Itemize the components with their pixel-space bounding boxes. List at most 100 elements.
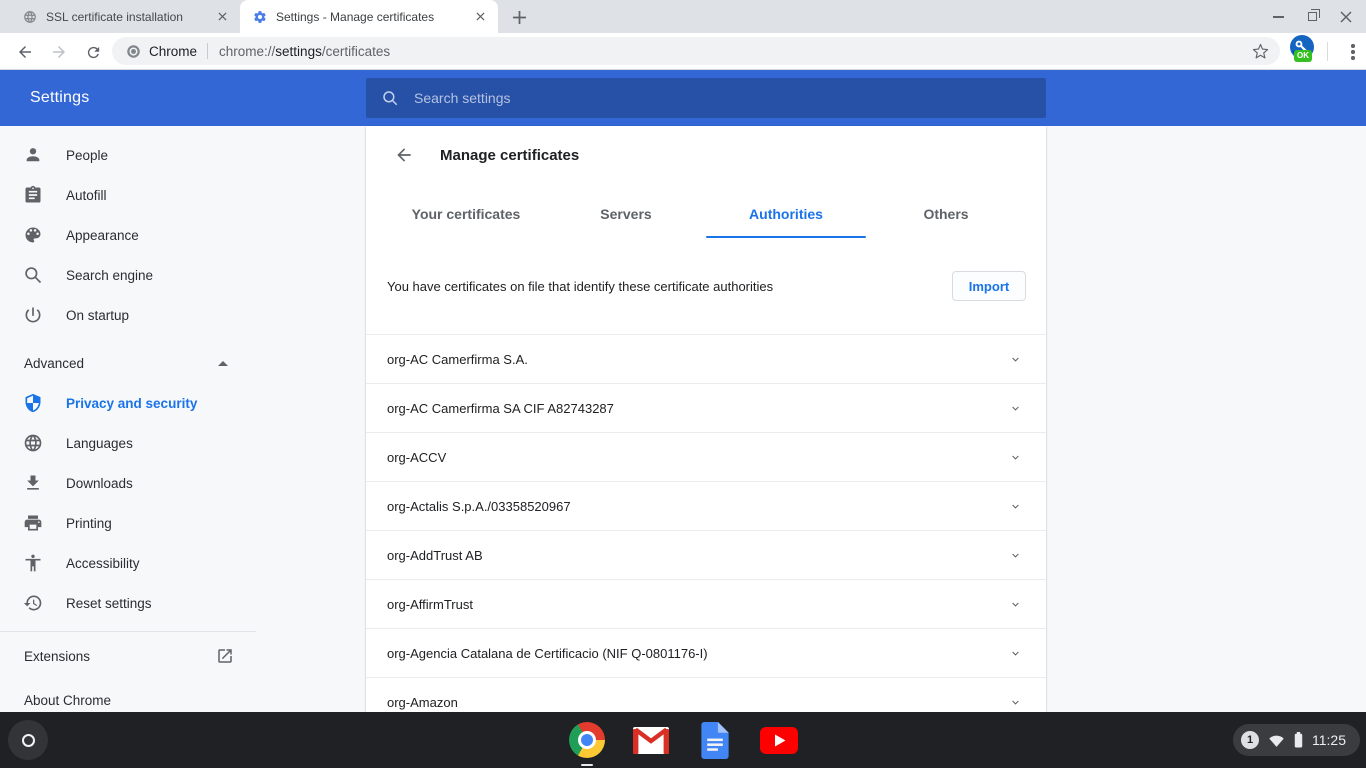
address-bar[interactable]: Chrome chrome://settings/certificates: [112, 37, 1280, 65]
certificate-row[interactable]: org-AffirmTrust: [366, 579, 1046, 628]
card-title: Manage certificates: [440, 147, 579, 164]
sidebar-item-extensions[interactable]: Extensions: [0, 636, 256, 676]
chevron-down-icon[interactable]: [1009, 647, 1022, 660]
chrome-app-button[interactable]: [568, 721, 606, 759]
caret-up-icon: [218, 361, 228, 366]
chevron-down-icon[interactable]: [1009, 353, 1022, 366]
tab-close-icon[interactable]: [472, 9, 488, 25]
sidebar-advanced-toggle[interactable]: Advanced: [0, 343, 256, 383]
chevron-down-icon[interactable]: [1009, 402, 1022, 415]
tab-close-icon[interactable]: [214, 9, 230, 25]
chevron-down-icon[interactable]: [1009, 500, 1022, 513]
sidebar-item-privacy[interactable]: Privacy and security: [0, 383, 256, 423]
clock: 11:25: [1312, 732, 1346, 748]
launcher-icon: [22, 734, 35, 747]
wifi-icon: [1268, 733, 1285, 748]
new-tab-icon[interactable]: [508, 6, 530, 28]
tab-title: Settings - Manage certificates: [276, 10, 464, 24]
sidebar-item-appearance[interactable]: Appearance: [0, 215, 256, 255]
tab-title: SSL certificate installation: [46, 10, 206, 24]
power-icon: [23, 305, 43, 325]
sidebar-item-autofill[interactable]: Autofill: [0, 175, 256, 215]
settings-sidebar: People Autofill Appearance Search engine: [0, 126, 256, 720]
restore-icon: [23, 593, 43, 613]
window-controls: [1270, 0, 1366, 33]
sidebar-item-label: People: [66, 148, 108, 163]
chevron-down-icon[interactable]: [1009, 451, 1022, 464]
import-button[interactable]: Import: [952, 271, 1026, 301]
sidebar-item-label: Printing: [66, 516, 112, 531]
certificate-row[interactable]: org-AC Camerfirma SA CIF A82743287: [366, 383, 1046, 432]
launcher-button[interactable]: [8, 720, 48, 760]
reload-icon[interactable]: [80, 39, 106, 65]
shield-icon: [23, 393, 43, 413]
status-badge: OK: [1294, 50, 1312, 62]
sidebar-item-label: Privacy and security: [66, 396, 197, 411]
chrome-icon: [569, 722, 605, 758]
sidebar-item-reset[interactable]: Reset settings: [0, 583, 256, 623]
person-icon: [23, 145, 43, 165]
sidebar-item-label: On startup: [66, 308, 129, 323]
sidebar-item-label: Search engine: [66, 268, 153, 283]
chromeos-shelf: 1 11:25: [0, 712, 1366, 768]
tab-authorities[interactable]: Authorities: [706, 190, 866, 238]
gmail-app-button[interactable]: [632, 721, 670, 759]
chevron-down-icon[interactable]: [1009, 598, 1022, 611]
sidebar-item-printing[interactable]: Printing: [0, 503, 256, 543]
youtube-app-button[interactable]: [760, 721, 798, 759]
restore-window-icon[interactable]: [1304, 9, 1320, 25]
tab-servers[interactable]: Servers: [546, 190, 706, 238]
profile-avatar[interactable]: OK: [1290, 35, 1320, 68]
sidebar-item-accessibility[interactable]: Accessibility: [0, 543, 256, 583]
certificate-row[interactable]: org-AddTrust AB: [366, 530, 1046, 579]
browser-tab-settings[interactable]: Settings - Manage certificates: [240, 0, 498, 33]
chrome-logo-icon: [126, 44, 141, 59]
site-label: Chrome: [149, 44, 197, 59]
certificate-row[interactable]: org-Amazon: [366, 677, 1046, 712]
minimize-icon[interactable]: [1270, 9, 1286, 25]
info-text: You have certificates on file that ident…: [387, 279, 952, 294]
chevron-down-icon[interactable]: [1009, 696, 1022, 709]
certificate-row[interactable]: org-ACCV: [366, 432, 1046, 481]
tab-your-certificates[interactable]: Your certificates: [386, 190, 546, 238]
docs-app-button[interactable]: [696, 721, 734, 759]
certificate-row[interactable]: org-AC Camerfirma S.A.: [366, 334, 1046, 383]
gear-favicon-icon: [252, 9, 268, 25]
tab-others[interactable]: Others: [866, 190, 1026, 238]
certificate-row[interactable]: org-Agencia Catalana de Certificacio (NI…: [366, 628, 1046, 677]
sidebar-item-people[interactable]: People: [0, 135, 256, 175]
sidebar-item-label: Accessibility: [66, 556, 140, 571]
card-header: Manage certificates: [366, 126, 1046, 184]
sidebar-item-on-startup[interactable]: On startup: [0, 295, 256, 335]
status-tray[interactable]: 1 11:25: [1233, 724, 1360, 756]
back-arrow-icon[interactable]: [394, 145, 414, 165]
browser-tab-ssl[interactable]: SSL certificate installation: [10, 0, 240, 33]
youtube-icon: [760, 727, 798, 754]
close-window-icon[interactable]: [1338, 9, 1354, 25]
back-icon[interactable]: [12, 39, 38, 65]
download-icon: [23, 473, 43, 493]
settings-page: People Autofill Appearance Search engine: [0, 126, 1366, 712]
external-link-icon: [216, 647, 234, 665]
extensions-label: Extensions: [24, 649, 90, 664]
sidebar-item-label: Reset settings: [66, 596, 152, 611]
sidebar-item-downloads[interactable]: Downloads: [0, 463, 256, 503]
printer-icon: [23, 513, 43, 533]
search-settings-input[interactable]: Search settings: [366, 78, 1046, 118]
certificate-list: org-AC Camerfirma S.A. org-AC Camerfirma…: [366, 334, 1046, 712]
advanced-label: Advanced: [24, 356, 84, 371]
bookmark-star-icon[interactable]: [1250, 41, 1270, 61]
sidebar-item-languages[interactable]: Languages: [0, 423, 256, 463]
browser-menu-icon[interactable]: [1340, 39, 1366, 65]
page-title: Settings: [30, 70, 89, 126]
certificate-tabs: Your certificates Servers Authorities Ot…: [386, 190, 1026, 238]
chevron-down-icon[interactable]: [1009, 549, 1022, 562]
forward-icon[interactable]: [46, 39, 72, 65]
palette-icon: [23, 225, 43, 245]
authorities-info-row: You have certificates on file that ident…: [366, 238, 1046, 334]
notification-count-badge: 1: [1241, 731, 1259, 749]
certificate-row[interactable]: org-Actalis S.p.A./03358520967: [366, 481, 1046, 530]
sidebar-item-label: Downloads: [66, 476, 133, 491]
sidebar-item-search-engine[interactable]: Search engine: [0, 255, 256, 295]
search-icon: [381, 89, 399, 107]
